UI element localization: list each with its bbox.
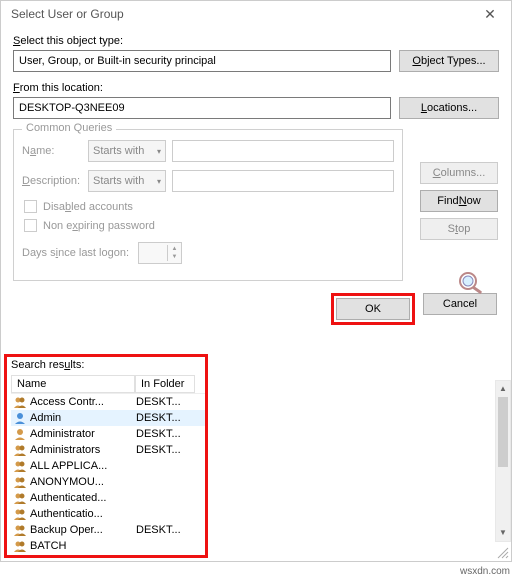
cell-name: Authenticatio... — [30, 508, 136, 520]
name-label: Name: — [22, 145, 82, 157]
titlebar: Select User or Group ✕ — [1, 1, 511, 27]
table-row[interactable]: AdminDESKT... — [11, 410, 205, 426]
common-queries-legend: Common Queries — [22, 122, 116, 134]
search-icon — [454, 268, 490, 296]
location-label: From this location: — [13, 82, 499, 94]
user-icon — [13, 427, 27, 441]
table-row[interactable]: Authenticatio... — [11, 506, 205, 522]
window-title: Select User or Group — [11, 7, 124, 21]
scrollbar-thumb[interactable] — [498, 397, 508, 467]
chevron-down-icon: ▾ — [157, 147, 161, 156]
cell-folder: DESKT... — [136, 444, 192, 456]
table-row[interactable]: AdministratorDESKT... — [11, 426, 205, 442]
group-icon — [13, 443, 27, 457]
object-type-field[interactable] — [13, 50, 391, 72]
table-row[interactable]: Authenticated... — [11, 490, 205, 506]
group-icon — [13, 507, 27, 521]
spinner-up-icon: ▲ — [167, 245, 181, 253]
chevron-down-icon: ▾ — [157, 177, 161, 186]
cell-name: Administrators — [30, 444, 136, 456]
ok-button[interactable]: OK — [336, 298, 410, 320]
cell-folder: DESKT... — [136, 428, 192, 440]
search-results-label: Search results: — [11, 359, 205, 371]
name-input — [172, 140, 394, 162]
user-icon — [13, 411, 27, 425]
list-header: Name In Folder — [11, 375, 205, 394]
description-combo: Starts with▾ — [88, 170, 166, 192]
group-icon — [13, 539, 27, 553]
table-row[interactable]: AdministratorsDESKT... — [11, 442, 205, 458]
ok-highlight: OK — [331, 293, 415, 325]
cell-folder: DESKT... — [136, 412, 192, 424]
non-expiring-label: Non expiring password — [43, 220, 155, 232]
scrollbar-up-icon[interactable]: ▲ — [496, 381, 510, 397]
group-icon — [13, 475, 27, 489]
object-type-label: Select this object type: — [13, 35, 499, 47]
cell-name: Backup Oper... — [30, 524, 136, 536]
object-types-button[interactable]: Object Types... — [399, 50, 499, 72]
cell-name: BATCH — [30, 540, 136, 552]
watermark: wsxdn.com — [460, 566, 510, 577]
days-since-label: Days since last logon: — [22, 247, 132, 259]
group-icon — [13, 491, 27, 505]
group-icon — [13, 523, 27, 537]
table-row[interactable]: ANONYMOU... — [11, 474, 205, 490]
cell-name: Admin — [30, 412, 136, 424]
name-combo: Starts with▾ — [88, 140, 166, 162]
non-expiring-checkbox — [24, 219, 37, 232]
cancel-button[interactable]: Cancel — [423, 293, 497, 315]
disabled-accounts-checkbox — [24, 200, 37, 213]
stop-button[interactable]: Stop — [420, 218, 498, 240]
columns-button[interactable]: Columns... — [420, 162, 498, 184]
disabled-accounts-label: Disabled accounts — [43, 201, 133, 213]
table-row[interactable]: Backup Oper...DESKT... — [11, 522, 205, 538]
resize-grip-icon[interactable] — [495, 545, 509, 559]
location-field[interactable] — [13, 97, 391, 119]
group-icon — [13, 459, 27, 473]
common-queries-group: Common Queries Name: Starts with▾ Descri… — [13, 129, 403, 281]
cell-name: Access Contr... — [30, 396, 136, 408]
cell-name: ANONYMOU... — [30, 476, 136, 488]
days-since-spinner: ▲▼ — [138, 242, 182, 264]
cell-name: Authenticated... — [30, 492, 136, 504]
dialog-window: Select User or Group ✕ Select this objec… — [0, 0, 512, 562]
table-row[interactable]: ALL APPLICA... — [11, 458, 205, 474]
table-row[interactable]: BATCH — [11, 538, 205, 554]
results-list[interactable]: Name In Folder Access Contr...DESKT...Ad… — [11, 375, 205, 554]
column-name[interactable]: Name — [11, 375, 135, 393]
description-input — [172, 170, 394, 192]
description-label: Description: — [22, 175, 82, 187]
cell-name: ALL APPLICA... — [30, 460, 136, 472]
cell-folder: DESKT... — [136, 396, 192, 408]
locations-button[interactable]: Locations... — [399, 97, 499, 119]
content-area: Select this object type: Object Types...… — [1, 27, 511, 281]
group-icon — [13, 395, 27, 409]
close-icon[interactable]: ✕ — [475, 6, 505, 23]
spinner-down-icon: ▼ — [167, 253, 181, 261]
vertical-scrollbar[interactable]: ▲ ▼ — [495, 380, 511, 542]
search-results-highlight: Search results: Name In Folder Access Co… — [4, 354, 208, 558]
cell-folder: DESKT... — [136, 524, 192, 536]
find-now-button[interactable]: Find Now — [420, 190, 498, 212]
scrollbar-down-icon[interactable]: ▼ — [496, 525, 510, 541]
cell-name: Administrator — [30, 428, 136, 440]
table-row[interactable]: Access Contr...DESKT... — [11, 394, 205, 410]
column-folder[interactable]: In Folder — [135, 375, 195, 393]
